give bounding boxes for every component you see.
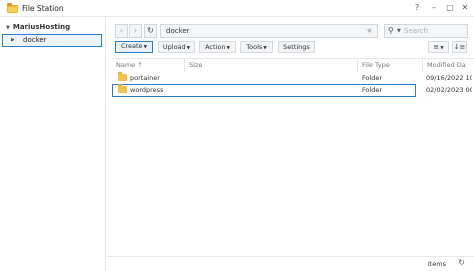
action-button[interactable]: Action▼: [199, 41, 236, 53]
settings-button[interactable]: Settings: [278, 41, 315, 53]
column-header-size[interactable]: Size: [185, 59, 358, 72]
column-header-modified[interactable]: Modified Da: [423, 59, 474, 72]
back-button[interactable]: ‹: [115, 24, 128, 38]
search-options-caret-icon[interactable]: ▼: [397, 28, 401, 34]
close-icon[interactable]: ✕: [459, 2, 471, 14]
tools-label: Tools: [246, 43, 263, 51]
file-list: Name ↑ Size File Type Modified Da portai…: [112, 58, 474, 256]
list-view-button[interactable]: ≡▼: [428, 41, 449, 53]
upload-button[interactable]: Upload▼: [158, 41, 195, 53]
table-row-selected[interactable]: wordpress Folder: [112, 84, 416, 97]
path-text: docker: [166, 27, 190, 35]
column-header-file-type[interactable]: File Type: [358, 59, 423, 72]
view-dropdown-icon: ▼: [440, 46, 444, 51]
sidebar-root[interactable]: ▼ MariusHosting: [6, 23, 70, 31]
title-bar: File Station ? – ▢ ✕: [0, 0, 474, 17]
action-label: Action: [205, 43, 226, 51]
create-label: Create: [120, 42, 143, 50]
maximize-icon[interactable]: ▢: [444, 2, 456, 14]
window-title: File Station: [22, 4, 64, 13]
sidebar: ▼ MariusHosting ▶ docker: [0, 17, 106, 271]
expand-arrow-icon[interactable]: ▼: [6, 25, 10, 31]
row-type: Folder: [362, 74, 383, 82]
create-button[interactable]: Create▼: [115, 41, 153, 53]
sidebar-root-label: MariusHosting: [12, 23, 71, 31]
search-field[interactable]: ⚲ ▼ Search: [384, 24, 468, 38]
list-view-icon: ≡: [433, 43, 440, 51]
items-count-label: Items: [427, 260, 446, 268]
column-header-name[interactable]: Name ↑: [112, 59, 185, 72]
folder-icon: [118, 84, 127, 93]
action-dropdown-icon: ▼: [226, 46, 230, 51]
help-icon[interactable]: ?: [411, 2, 423, 14]
collapse-arrow-icon[interactable]: ▶: [11, 37, 15, 43]
minimize-icon[interactable]: –: [428, 2, 440, 14]
forward-button[interactable]: ›: [129, 24, 142, 38]
sidebar-item-label: docker: [23, 36, 47, 44]
search-placeholder: Search: [404, 27, 429, 35]
row-modified: 02/02/2023 00: [426, 86, 472, 94]
row-name: portainer: [130, 74, 160, 82]
refresh-icon[interactable]: ↻: [458, 258, 465, 267]
row-name: wordpress: [130, 86, 164, 94]
favorite-star-icon[interactable]: ★: [366, 26, 373, 35]
create-dropdown-icon: ▼: [143, 45, 148, 50]
refresh-button[interactable]: ↻: [144, 24, 157, 38]
path-bar[interactable]: docker ★: [160, 24, 378, 38]
upload-label: Upload: [162, 43, 186, 51]
row-modified: 09/16/2022 10: [426, 74, 472, 82]
tools-dropdown-icon: ▼: [263, 46, 267, 51]
row-type: Folder: [362, 86, 383, 94]
sort-button[interactable]: ↓≡: [452, 41, 467, 53]
file-station-icon: [7, 3, 18, 13]
search-icon[interactable]: ⚲: [388, 26, 394, 35]
sidebar-item-docker[interactable]: ▶ docker: [2, 34, 102, 47]
upload-dropdown-icon: ▼: [186, 46, 191, 51]
tools-button[interactable]: Tools▼: [240, 41, 273, 53]
status-bar: Items ↻: [107, 256, 474, 271]
sort-icon: ↓≡: [453, 43, 466, 51]
folder-icon: [118, 72, 127, 81]
